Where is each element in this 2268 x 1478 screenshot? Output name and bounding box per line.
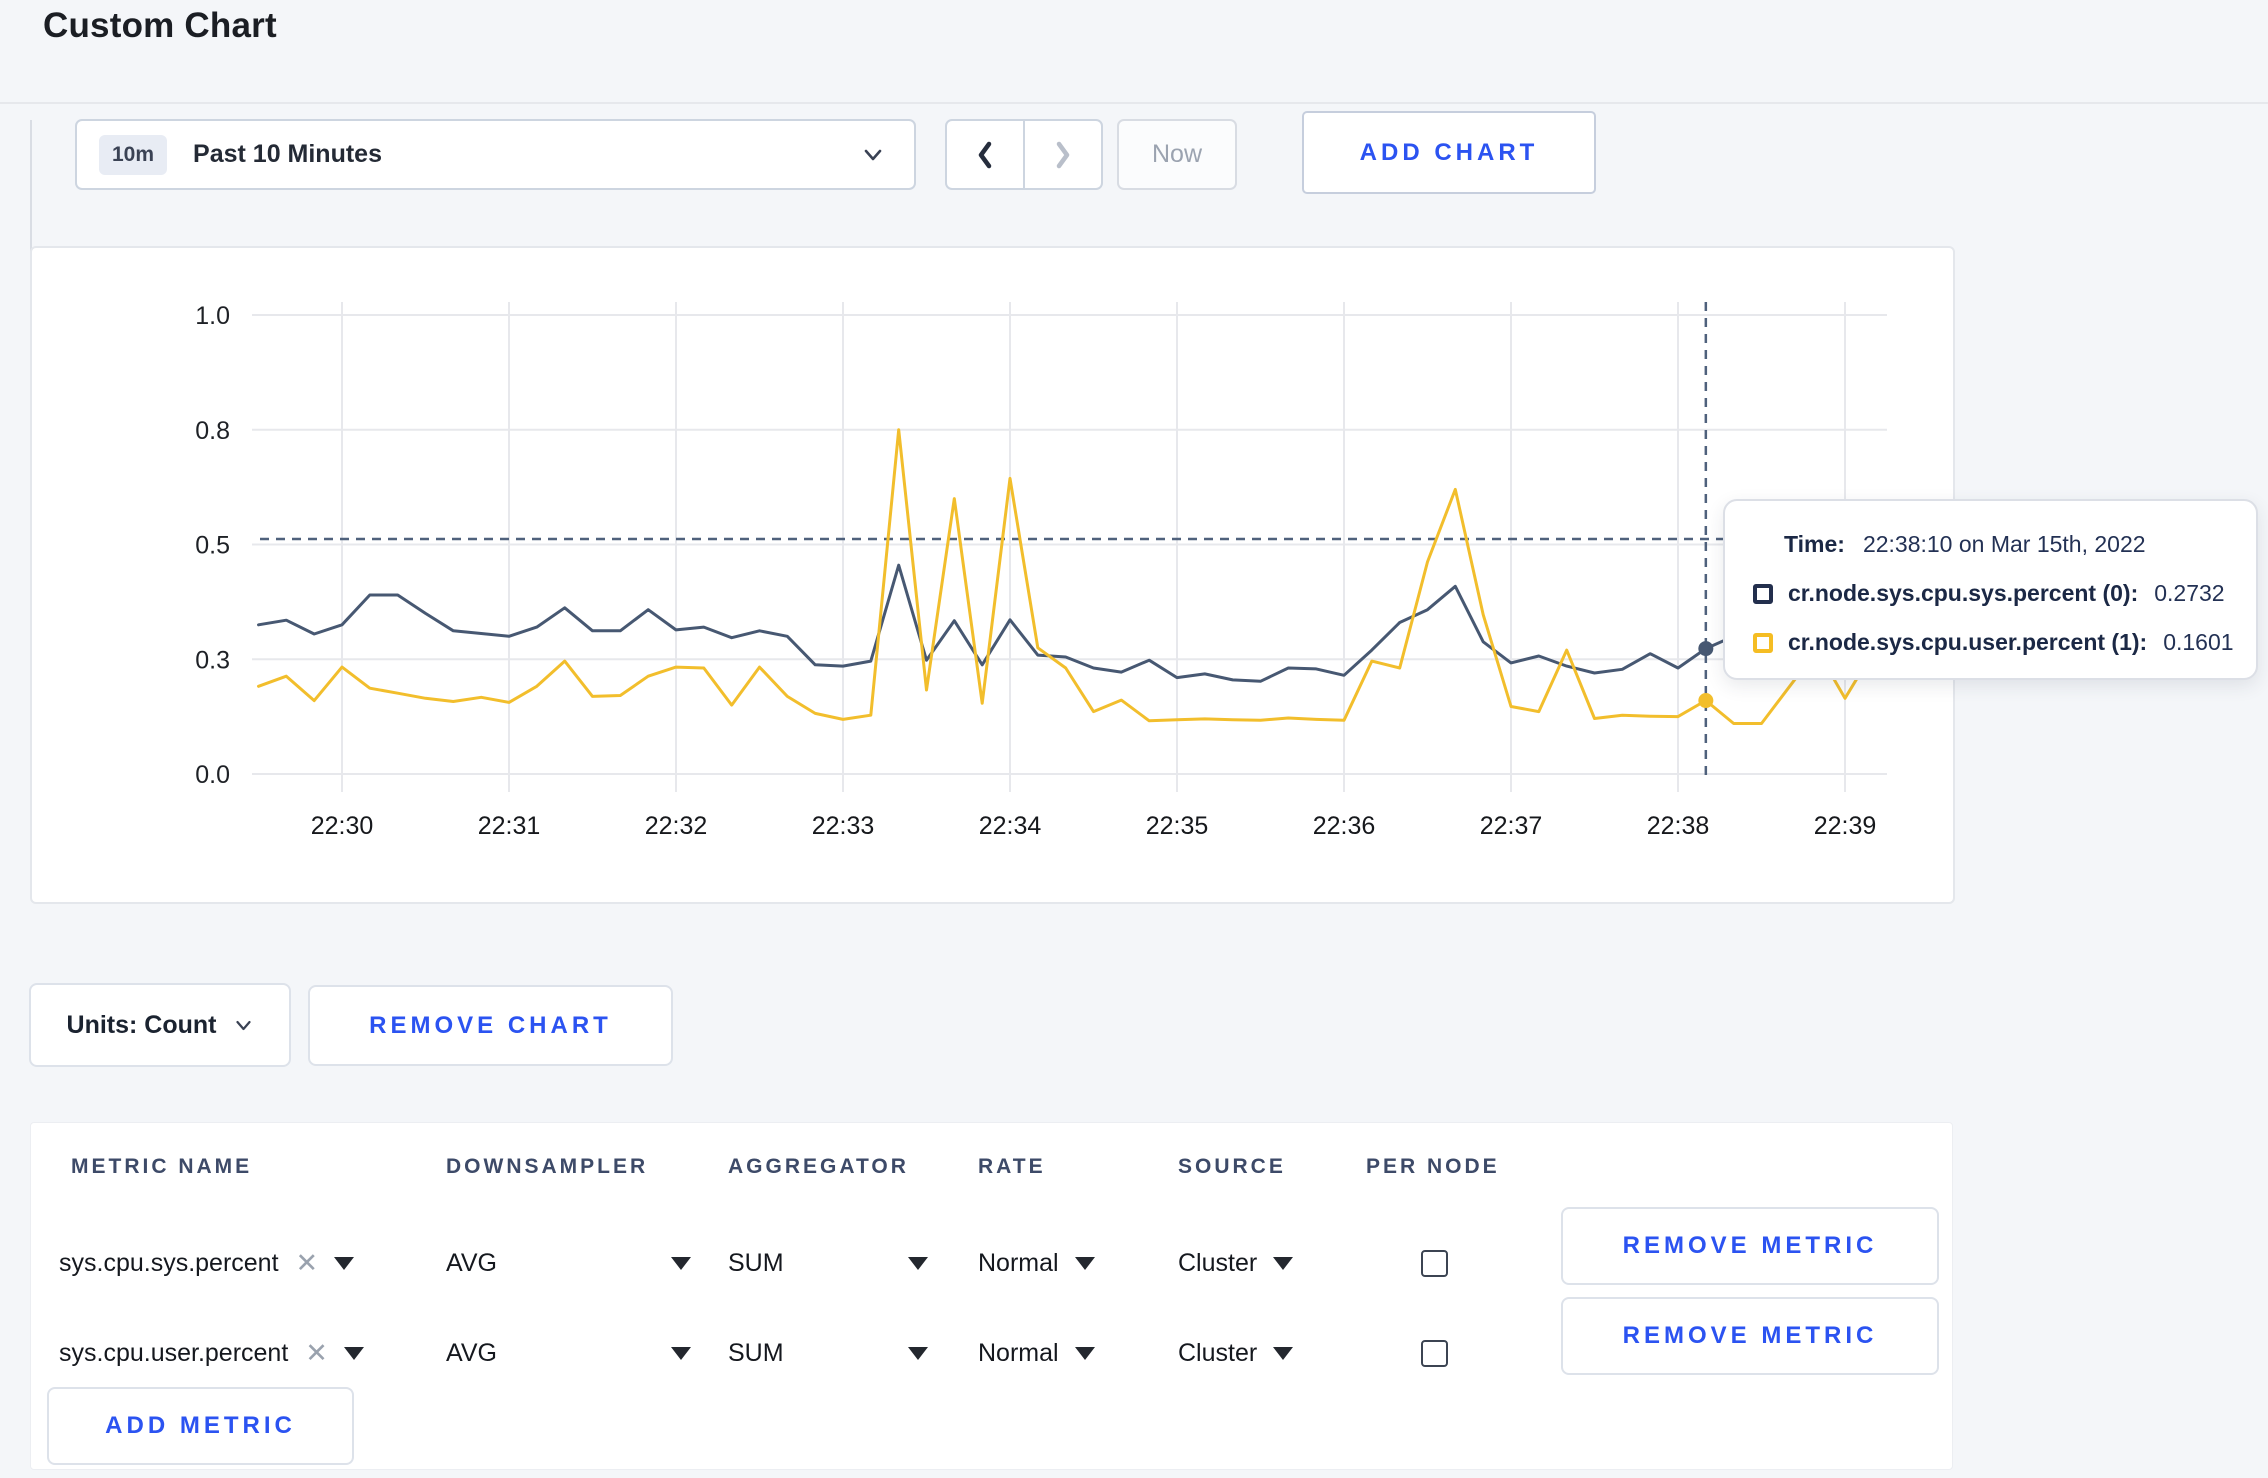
header-divider [0, 102, 2268, 104]
caret-down-icon [671, 1346, 691, 1360]
y-axis-tick-label: 0.3 [195, 646, 230, 674]
metric-name-select[interactable]: sys.cpu.user.percent ✕ [59, 1313, 364, 1393]
now-button[interactable]: Now [1117, 119, 1237, 190]
caret-down-icon [671, 1256, 691, 1270]
x-axis-tick-label: 22:33 [812, 812, 875, 840]
rate-select[interactable]: Normal [978, 1313, 1095, 1393]
clear-metric-icon[interactable]: ✕ [296, 1248, 319, 1279]
remove-metric-button[interactable]: REMOVE METRIC [1561, 1207, 1939, 1285]
aggregator-select[interactable]: SUM [728, 1313, 928, 1393]
caret-down-icon [908, 1256, 928, 1270]
chevron-down-icon [864, 149, 882, 160]
rate-value: Normal [978, 1248, 1059, 1277]
per-node-checkbox[interactable] [1421, 1339, 1448, 1367]
downsampler-value: AVG [446, 1338, 497, 1367]
source-select[interactable]: Cluster [1178, 1313, 1294, 1393]
source-select[interactable]: Cluster [1178, 1223, 1294, 1303]
col-header-downsampler: DOWNSAMPLER [446, 1155, 649, 1178]
per-node-checkbox[interactable] [1421, 1249, 1448, 1277]
x-axis-tick-label: 22:34 [979, 812, 1042, 840]
aggregator-select[interactable]: SUM [728, 1223, 928, 1303]
metrics-table: METRIC NAME DOWNSAMPLER AGGREGATOR RATE … [30, 1122, 1953, 1470]
metric-name-select[interactable]: sys.cpu.sys.percent ✕ [59, 1223, 355, 1303]
source-value: Cluster [1178, 1248, 1258, 1277]
col-header-source: SOURCE [1178, 1155, 1286, 1178]
rate-select[interactable]: Normal [978, 1223, 1095, 1303]
col-header-per-node: PER NODE [1366, 1155, 1500, 1178]
time-range-select[interactable]: 10m Past 10 Minutes [75, 119, 916, 190]
x-axis-tick-label: 22:36 [1313, 812, 1376, 840]
x-axis-tick-label: 22:35 [1146, 812, 1209, 840]
units-select[interactable]: Units: Count [29, 983, 291, 1067]
per-node-cell [1421, 1223, 1448, 1303]
remove-chart-button[interactable]: REMOVE CHART [308, 985, 673, 1066]
add-metric-button[interactable]: ADD METRIC [47, 1387, 354, 1465]
caret-down-icon [1273, 1346, 1294, 1360]
next-range-button[interactable] [1023, 121, 1101, 188]
rate-value: Normal [978, 1338, 1059, 1367]
y-axis-tick-label: 1.0 [195, 302, 230, 330]
tooltip-time-label: Time: [1784, 531, 1845, 557]
x-axis-tick-label: 22:30 [311, 812, 374, 840]
chevron-down-icon [236, 1020, 252, 1030]
time-range-label: Past 10 Minutes [193, 140, 382, 168]
x-axis-tick-label: 22:37 [1480, 812, 1543, 840]
tooltip-series-user-label: cr.node.sys.cpu.user.percent (1): [1788, 629, 2148, 655]
tooltip-series-sys-label: cr.node.sys.cpu.sys.percent (0): [1788, 580, 2139, 606]
series-user-legend-swatch [1753, 632, 1773, 653]
hover-marker-1 [1698, 693, 1714, 709]
tooltip-series-user-value: 0.1601 [2163, 629, 2234, 655]
chart-card: 0.0 0.3 0.5 0.8 1.0 22:30 22:31 22:32 22:33 22:34… [30, 246, 1955, 904]
x-axis-tick-label: 22:31 [478, 812, 541, 840]
downsampler-value: AVG [446, 1248, 497, 1277]
page-title: Custom Chart [43, 6, 277, 45]
series-line-0 [257, 563, 1875, 683]
caret-down-icon [1273, 1256, 1294, 1270]
x-axis-tick-label: 22:38 [1647, 812, 1710, 840]
x-axis-tick-label: 22:32 [645, 812, 708, 840]
x-axis-tick-label: 22:39 [1814, 812, 1877, 840]
time-pager [945, 119, 1103, 190]
hover-marker-0 [1698, 641, 1714, 657]
remove-metric-button[interactable]: REMOVE METRIC [1561, 1297, 1939, 1375]
y-axis-tick-label: 0.0 [195, 761, 230, 789]
timeseries-chart[interactable]: 0.0 0.3 0.5 0.8 1.0 22:30 22:31 22:32 22:33 22:34… [32, 248, 1957, 906]
downsampler-select[interactable]: AVG [446, 1223, 691, 1303]
downsampler-select[interactable]: AVG [446, 1313, 691, 1393]
units-label: Units: Count [66, 1010, 217, 1039]
custom-chart-page: { "page": { "title": "Custom Chart" }, "… [0, 0, 2268, 1478]
metric-name-value: sys.cpu.sys.percent [59, 1248, 279, 1277]
aggregator-value: SUM [728, 1338, 784, 1367]
series-line-1 [257, 428, 1875, 725]
caret-down-icon [908, 1346, 928, 1360]
clear-metric-icon[interactable]: ✕ [305, 1338, 328, 1369]
caret-down-icon [334, 1256, 355, 1270]
col-header-aggregator: AGGREGATOR [728, 1155, 909, 1178]
caret-down-icon [1074, 1346, 1095, 1360]
caret-down-icon [1074, 1256, 1095, 1270]
y-axis-tick-label: 0.8 [195, 417, 230, 445]
metric-name-value: sys.cpu.user.percent [59, 1338, 289, 1367]
tooltip-series-sys-value: 0.2732 [2154, 580, 2225, 606]
chart-hover-tooltip: Time: 22:38:10 on Mar 15th, 2022 cr.node… [1723, 499, 2258, 680]
add-chart-button[interactable]: ADD CHART [1302, 111, 1596, 194]
chevron-left-icon [978, 141, 992, 168]
chevron-right-icon [1056, 141, 1070, 168]
caret-down-icon [343, 1346, 364, 1360]
series-sys-legend-swatch [1753, 583, 1773, 604]
time-range-badge: 10m [99, 134, 168, 175]
prev-range-button[interactable] [947, 121, 1023, 188]
tooltip-time-value: 22:38:10 on Mar 15th, 2022 [1862, 531, 2146, 557]
y-axis-tick-label: 0.5 [195, 532, 230, 560]
col-header-rate: RATE [978, 1155, 1046, 1178]
aggregator-value: SUM [728, 1248, 784, 1277]
source-value: Cluster [1178, 1338, 1258, 1367]
col-header-metric-name: METRIC NAME [71, 1155, 253, 1178]
per-node-cell [1421, 1313, 1448, 1393]
